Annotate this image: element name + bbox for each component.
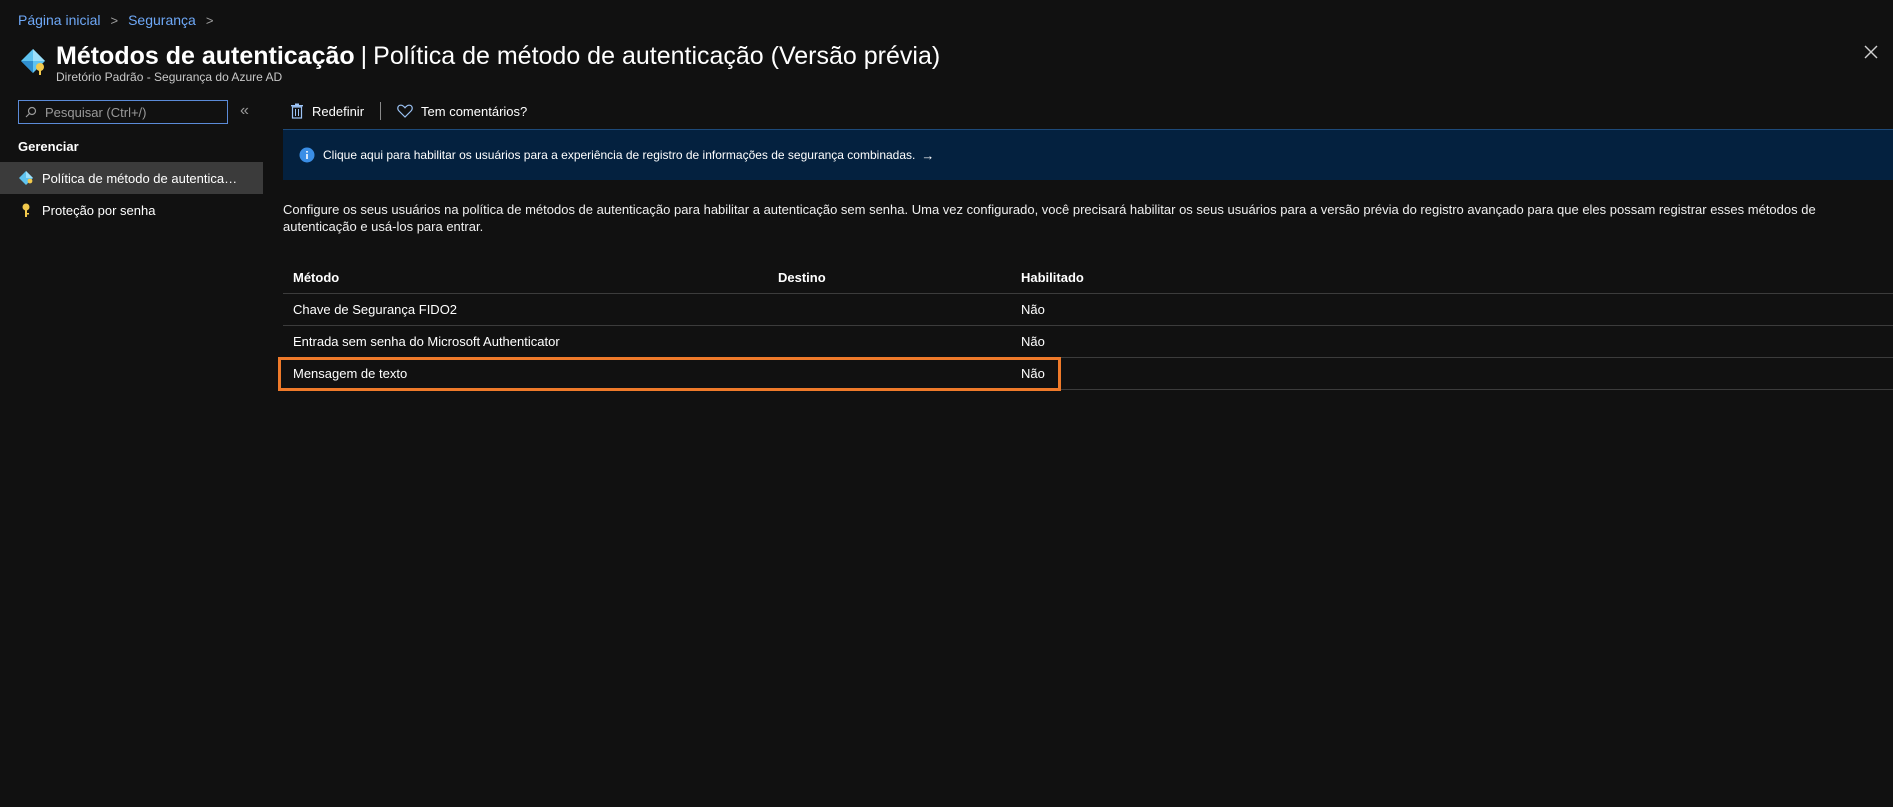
arrow-right-icon: → — [921, 147, 935, 163]
sidebar-item-password-protection[interactable]: Proteção por senha — [0, 194, 263, 226]
breadcrumb-home-link[interactable]: Página inicial — [18, 12, 101, 28]
collapse-sidebar-icon[interactable]: « — [240, 102, 249, 120]
feedback-label: Tem comentários? — [421, 103, 528, 119]
description-text: Configure os seus usuários na política d… — [283, 202, 1816, 234]
table-row[interactable]: Chave de Segurança FIDO2 Não — [283, 294, 1893, 326]
methods-table: Método Destino Habilitado Chave de Segur… — [283, 261, 1893, 390]
sidebar-item-label: Política de método de autenticação (Vers… — [42, 170, 242, 186]
page-title: Métodos de autenticação | Política de méto… — [56, 40, 940, 72]
breadcrumb: Página inicial > Segurança > — [18, 12, 223, 28]
cell-method: Chave de Segurança FIDO2 — [293, 302, 458, 317]
chevron-right-icon: > — [110, 12, 119, 28]
command-bar: Redefinir Tem comentários? — [290, 100, 527, 122]
sidebar-item-auth-method-policy[interactable]: Política de método de autenticação (Vers… — [0, 162, 263, 194]
auth-methods-icon — [21, 49, 45, 75]
info-icon — [299, 147, 315, 163]
search-icon — [25, 106, 37, 118]
chevron-right-icon: > — [205, 12, 214, 28]
table-row[interactable]: Entrada sem senha do Microsoft Authentic… — [283, 326, 1893, 358]
reset-button[interactable]: Redefinir — [290, 103, 364, 119]
page-subtitle: Diretório Padrão - Segurança do Azure AD — [56, 70, 283, 84]
page-title-strong: Métodos de autenticação — [56, 42, 355, 70]
cell-enabled: Não — [1021, 366, 1045, 381]
table-header: Método Destino Habilitado — [283, 261, 1893, 294]
title-separator: | — [360, 42, 368, 70]
section-label-manage: Gerenciar — [18, 139, 79, 154]
cell-enabled: Não — [1021, 334, 1045, 349]
heart-icon — [397, 104, 413, 118]
cell-method: Mensagem de texto — [293, 366, 408, 381]
reset-label: Redefinir — [312, 103, 365, 119]
column-header-target[interactable]: Destino — [778, 270, 1021, 285]
trash-icon — [291, 103, 303, 119]
column-header-enabled[interactable]: Habilitado — [1021, 270, 1321, 285]
breadcrumb-security-link[interactable]: Segurança — [128, 12, 196, 28]
key-icon — [18, 202, 34, 218]
search-input[interactable] — [43, 103, 217, 121]
toolbar-divider — [380, 102, 382, 120]
feedback-button[interactable]: Tem comentários? — [397, 104, 527, 119]
search-box[interactable] — [18, 100, 228, 124]
cell-enabled: Não — [1021, 302, 1045, 317]
sidebar-item-label: Proteção por senha — [42, 202, 156, 218]
column-header-method[interactable]: Método — [283, 270, 778, 285]
table-row[interactable]: Mensagem de texto Não — [283, 358, 1893, 390]
info-banner[interactable]: Clique aqui para habilitar os usuários p… — [283, 129, 1893, 180]
page-title-rest: Política de método de autenticação (Vers… — [373, 42, 941, 70]
auth-methods-icon — [18, 170, 34, 186]
close-icon[interactable] — [1861, 42, 1881, 62]
cell-method: Entrada sem senha do Microsoft Authentic… — [293, 334, 560, 349]
banner-text: Clique aqui para habilitar os usuários p… — [323, 148, 916, 162]
